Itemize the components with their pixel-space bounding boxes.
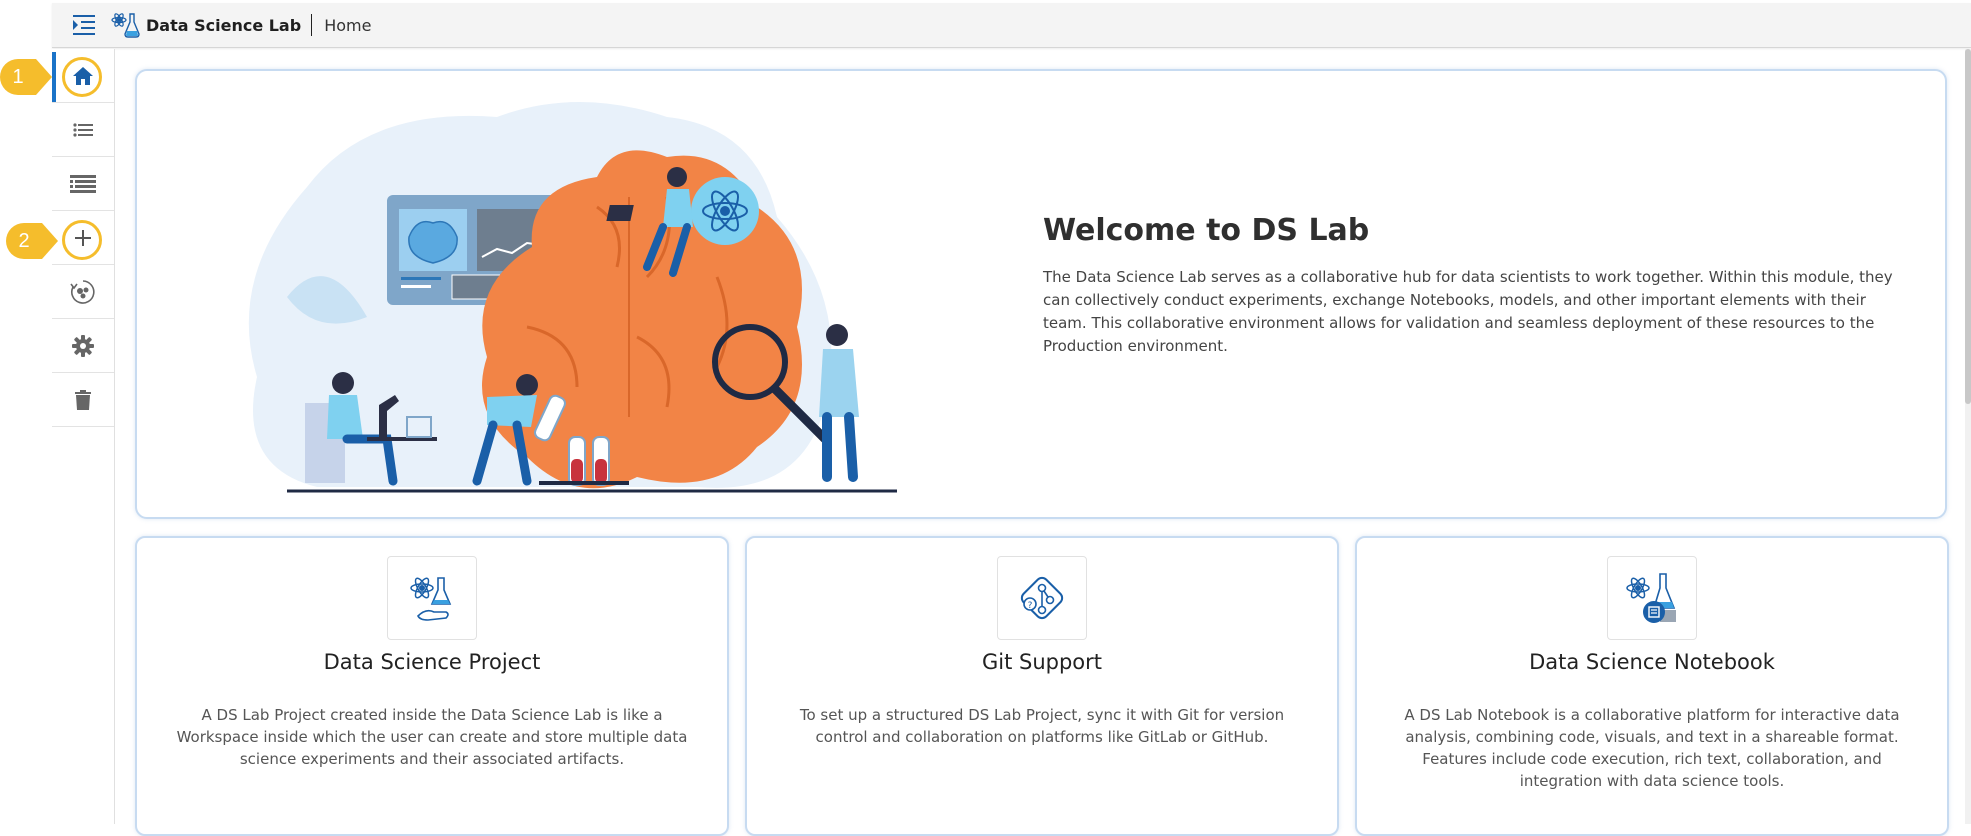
sidebar [52, 49, 115, 824]
menu-toggle-icon[interactable] [68, 9, 100, 41]
list-view-icon [70, 174, 96, 193]
callout-1-pointer [36, 59, 52, 95]
top-bar: Data Science Lab Home [52, 3, 1971, 48]
callout-1-number: 1 [0, 59, 36, 95]
project-icon [387, 556, 477, 640]
app-title: Data Science Lab [146, 15, 302, 35]
callout-2: 2 [6, 222, 58, 260]
ds-lab-logo-icon [110, 9, 142, 41]
scrollbar-thumb[interactable] [1965, 49, 1971, 404]
breadcrumb-home[interactable]: Home [324, 16, 371, 35]
welcome-title: Welcome to DS Lab [1043, 213, 1370, 248]
card-title: Git Support [981, 650, 1103, 674]
git-icon: ? [997, 556, 1087, 640]
sidebar-item-list-view[interactable] [52, 157, 114, 211]
card-data-science-notebook[interactable]: Data Science Notebook A DS Lab Notebook … [1355, 536, 1949, 836]
sidebar-item-model-hub[interactable] [52, 265, 114, 319]
callout-1-ring [62, 57, 102, 97]
main-content: Welcome to DS Lab The Data Science Lab s… [115, 49, 1971, 836]
card-title: Data Science Project [323, 650, 541, 674]
sidebar-item-list[interactable] [52, 103, 114, 157]
card-description: To set up a structured DS Lab Project, s… [799, 706, 1285, 746]
sidebar-item-settings[interactable] [52, 319, 114, 373]
callout-2-ring [62, 220, 102, 260]
lab-illustration [248, 102, 897, 493]
callout-1: 1 [0, 58, 52, 96]
card-description: A DS Lab Notebook is a collaborative pla… [1404, 706, 1900, 790]
card-description: A DS Lab Project created inside the Data… [176, 706, 688, 768]
card-git-support[interactable]: ? Git Support To set up a structured DS … [745, 536, 1339, 836]
notebook-icon [1607, 556, 1697, 640]
welcome-text: Welcome to DS Lab The Data Science Lab s… [1043, 213, 1903, 358]
callout-2-number: 2 [6, 223, 42, 259]
model-hub-icon [70, 279, 95, 304]
breadcrumb-divider [311, 14, 313, 36]
card-data-science-project[interactable]: Data Science Project A DS Lab Project cr… [135, 536, 729, 836]
welcome-banner: Welcome to DS Lab The Data Science Lab s… [135, 69, 1947, 519]
trash-icon [75, 389, 91, 410]
list-icon [73, 122, 93, 137]
sidebar-item-trash[interactable] [52, 373, 114, 427]
svg-text:?: ? [1028, 601, 1033, 611]
welcome-description: The Data Science Lab serves as a collabo… [1043, 268, 1893, 355]
card-title: Data Science Notebook [1529, 650, 1775, 674]
gear-icon [72, 334, 94, 357]
callout-2-pointer [42, 223, 58, 259]
